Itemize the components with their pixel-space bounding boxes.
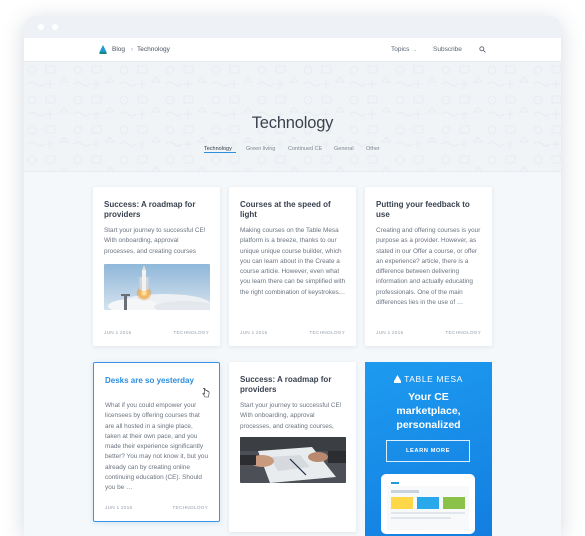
ad-brand-name: TABLE MESA [404,374,463,384]
article-excerpt: Making courses on the Table Mesa platfor… [240,227,346,296]
business-meeting-image[interactable] [240,437,346,483]
breadcrumb-current: Technology [137,46,170,53]
window-control-dot[interactable] [38,24,44,30]
article-card[interactable]: Success: A roadmap for providers Start y… [93,187,220,346]
article-date: JUN 1 2016 [376,331,404,336]
tab-green-living[interactable]: Green living [246,146,275,152]
breadcrumb-separator: › [131,46,134,53]
article-card[interactable]: Success: A roadmap for providers Start y… [229,362,356,532]
active-tab-indicator [204,152,236,153]
article-date: JUN 1 2016 [240,331,268,336]
breadcrumb-blog-link[interactable]: Blog [112,46,125,53]
ad-headline-line: marketplace, [396,405,461,417]
subscribe-link[interactable]: Subscribe [433,46,462,53]
article-excerpt: Creating and offering courses is your pu… [376,227,481,307]
article-meta: JUN 1 2016 TECHNOLOGY [104,331,209,336]
article-card-hovered[interactable]: Desks are so yesterday What if you could… [93,362,220,522]
article-card[interactable]: Putting your feedback to use Creating an… [365,187,492,346]
ad-headline-line: Your CE [408,391,449,403]
article-title[interactable]: Courses at the speed of light [240,200,346,220]
ad-headline-line: personalized [396,419,461,431]
browser-window: Blog › Technology Topics ⌄ Subscribe Tec… [24,16,561,536]
rocket-launch-image[interactable] [104,264,210,310]
article-date: JUN 1 2016 [104,331,132,336]
article-excerpt: What if you could empower your licensees… [105,402,209,492]
article-meta: JUN 1 2016 TECHNOLOGY [376,331,481,336]
article-title[interactable]: Success: A roadmap for providers [104,200,210,220]
device-mockup [381,474,475,534]
page-title: Technology [251,114,334,132]
top-navigation-bar: Blog › Technology Topics ⌄ Subscribe [24,38,561,62]
article-title[interactable]: Putting your feedback to use [376,200,482,220]
article-meta: JUN 1 2016 TECHNOLOGY [105,506,208,511]
table-mesa-ad-banner[interactable]: TABLE MESA Your CE marketplace, personal… [365,362,492,536]
article-title[interactable]: Desks are so yesterday [105,376,209,386]
hands-on-documents-illustration [240,437,346,483]
article-card[interactable]: Courses at the speed of light Making cou… [229,187,356,346]
article-category-tag[interactable]: TECHNOLOGY [172,506,208,511]
article-meta: JUN 1 2016 TECHNOLOGY [240,331,345,336]
category-tabs: Technology Green living Continued CE Gen… [24,144,561,158]
app-screenshot-mockup [387,480,469,530]
article-excerpt: Start your journey to successful CE! Wit… [104,227,206,255]
ad-headline: Your CE marketplace, personalized [365,390,492,432]
tab-general[interactable]: General [334,146,354,152]
article-date: JUN 1 2016 [105,506,133,511]
ad-brand: TABLE MESA [365,374,492,384]
article-category-tag[interactable]: TECHNOLOGY [173,331,209,336]
article-excerpt: Start your journey to successful CE! Wit… [240,402,342,430]
chevron-down-icon: ⌄ [413,47,418,53]
article-category-tag[interactable]: TECHNOLOGY [309,331,345,336]
hand-pointer-cursor-icon [202,388,210,398]
table-mesa-logo-icon[interactable] [99,45,107,54]
article-category-tag[interactable]: TECHNOLOGY [445,331,481,336]
search-icon[interactable] [479,46,486,53]
rocket-launch-illustration [104,264,210,310]
window-control-dot[interactable] [52,24,58,30]
tab-continued-ce[interactable]: Continued CE [288,146,322,152]
topics-menu-button[interactable]: Topics [391,46,409,53]
learn-more-button[interactable]: LEARN MORE [386,440,470,462]
table-mesa-logo-icon [394,375,402,383]
article-title[interactable]: Success: A roadmap for providers [240,375,346,395]
window-chrome [24,16,561,38]
tab-other[interactable]: Other [366,146,380,152]
